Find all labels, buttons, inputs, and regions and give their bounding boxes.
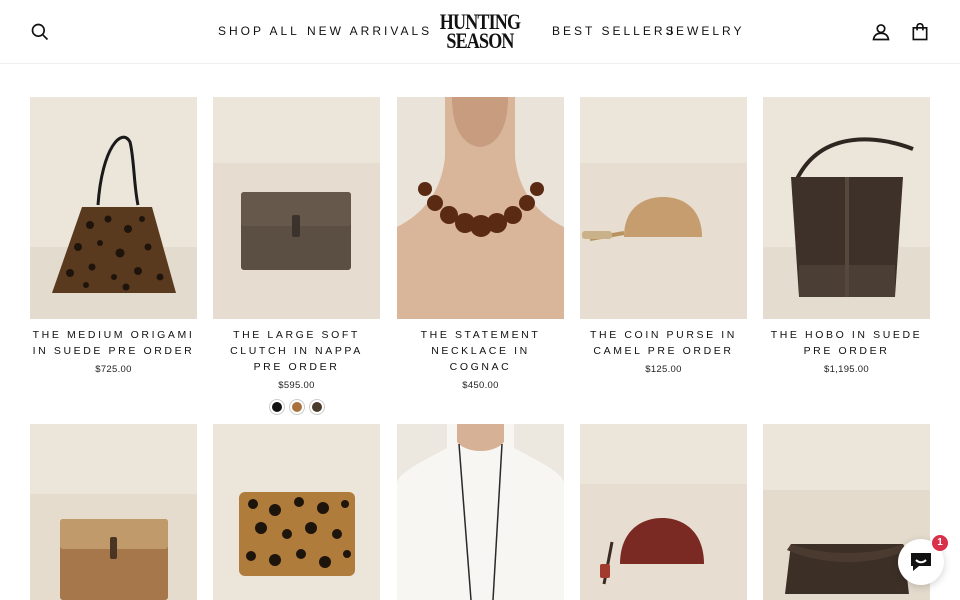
nav-new-arrivals[interactable]: NEW ARRIVALS [307,24,432,38]
product-image-bead-necklace[interactable] [397,97,564,319]
product-price: $725.00 [95,364,132,375]
product-image-pendant-necklace[interactable] [397,424,564,600]
chat-icon [911,553,931,571]
chat-notification-badge: 1 [932,535,948,551]
product-card[interactable]: THE STATEMENT NECKLACE IN COGNAC $450.00 [397,97,564,391]
product-card[interactable] [580,424,747,600]
product-title[interactable]: THE LARGE SOFT CLUTCH IN NAPPA PRE ORDER [213,327,380,375]
product-card[interactable]: THE MEDIUM ORIGAMI IN SUEDE PRE ORDER $7… [30,97,197,375]
product-card[interactable] [213,424,380,600]
product-image-suede-hobo[interactable] [763,97,930,319]
cart-icon[interactable] [908,20,932,44]
product-image-camel-coin-purse[interactable] [580,97,747,319]
product-price: $1,195.00 [824,364,869,375]
product-card[interactable] [30,424,197,600]
swatch-cognac[interactable] [289,400,304,414]
swatch-brown[interactable] [309,400,324,414]
product-title[interactable]: THE MEDIUM ORIGAMI IN SUEDE PRE ORDER [30,327,197,359]
site-logo[interactable]: HUNTING SEASON [439,11,521,53]
product-image-tan-clutch[interactable] [30,424,197,600]
nav-best-sellers[interactable]: BEST SELLERS [552,24,677,38]
search-icon[interactable] [28,20,52,44]
product-image-brown-clutch[interactable] [213,97,380,319]
product-card[interactable]: THE LARGE SOFT CLUTCH IN NAPPA PRE ORDER… [213,97,380,414]
product-card[interactable]: THE COIN PURSE IN CAMEL PRE ORDER $125.0… [580,97,747,375]
product-title[interactable]: THE STATEMENT NECKLACE IN COGNAC [397,327,564,375]
product-card[interactable]: THE HOBO IN SUEDE PRE ORDER $1,195.00 [763,97,930,375]
product-price: $595.00 [278,380,315,391]
product-price: $125.00 [645,364,682,375]
nav-jewelry[interactable]: JEWELRY [667,24,744,38]
product-title[interactable]: THE COIN PURSE IN CAMEL PRE ORDER [580,327,747,359]
logo-line-2: SEASON [446,28,514,53]
product-image-burgundy-coin-purse[interactable] [580,424,747,600]
color-swatches [213,400,380,414]
nav-shop-all[interactable]: SHOP ALL [218,24,300,38]
product-price: $450.00 [462,380,499,391]
product-image-leopard-card-case[interactable] [213,424,380,600]
account-icon[interactable] [869,20,893,44]
site-header: SHOP ALL NEW ARRIVALS HUNTING SEASON BES… [0,0,960,64]
product-image-leopard-tote[interactable] [30,97,197,319]
product-card[interactable] [397,424,564,600]
product-title[interactable]: THE HOBO IN SUEDE PRE ORDER [763,327,930,359]
swatch-black[interactable] [269,400,284,414]
